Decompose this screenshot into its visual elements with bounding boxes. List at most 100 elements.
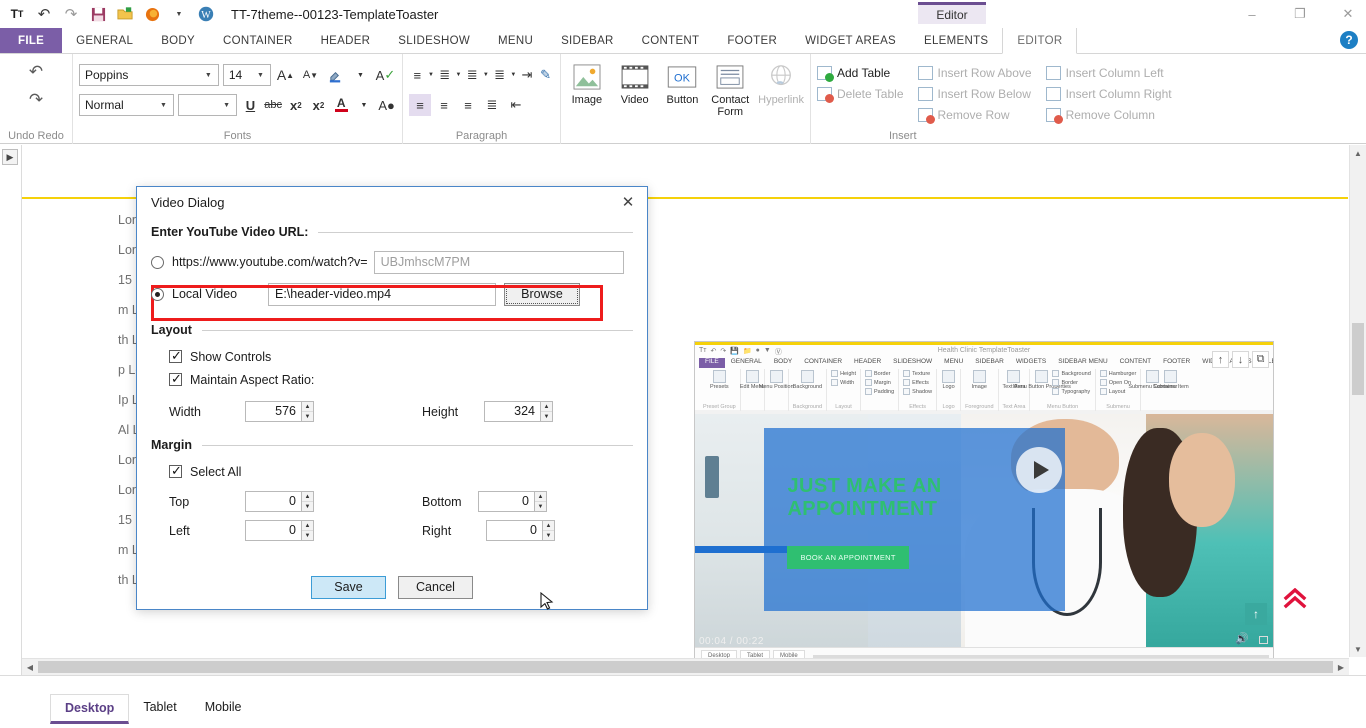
cancel-button[interactable]: Cancel (398, 575, 473, 599)
scroll-down-icon[interactable]: ▼ (1350, 641, 1366, 657)
maintain-aspect-checkbox[interactable] (169, 371, 182, 387)
clear-formatting-button[interactable]: A ✓ (375, 64, 396, 86)
margin-bottom-stepper[interactable]: 0 ▲ ▼ (478, 491, 547, 512)
horizontal-scroll-thumb[interactable] (38, 661, 1333, 673)
vertical-scroll-thumb[interactable] (1352, 323, 1364, 395)
font-family-combo[interactable]: Poppins ▼ (79, 64, 219, 86)
ribbon-tab-editor[interactable]: EDITOR (1002, 28, 1078, 54)
close-icon[interactable]: ✕ (615, 190, 641, 214)
increase-indent-button[interactable]: ⇥ (519, 64, 536, 86)
margin-top-increment-icon[interactable]: ▲ (302, 492, 313, 501)
margin-top-value[interactable]: 0 (245, 491, 301, 512)
line-spacing-button[interactable]: ≣ (491, 64, 508, 86)
margin-left-value[interactable]: 0 (245, 520, 301, 541)
scroll-top-arrow-icon[interactable]: ↑ (1245, 603, 1267, 625)
scroll-left-icon[interactable]: ◀ (22, 659, 38, 676)
book-appointment-button[interactable]: BOOK AN APPOINTMENT (787, 545, 909, 569)
format-painter-button[interactable]: ✎ (537, 64, 554, 86)
ribbon-tab-footer[interactable]: FOOTER (713, 28, 791, 53)
save-button[interactable]: Save (311, 575, 386, 599)
volume-icon[interactable]: 🔊 (1235, 632, 1249, 645)
ribbon-tab-elements[interactable]: ELEMENTS (910, 28, 1002, 53)
ribbon-tab-content[interactable]: CONTENT (628, 28, 714, 53)
subscript-button[interactable]: x2 (286, 94, 305, 116)
chevron-down-icon[interactable]: ▼ (355, 94, 374, 116)
margin-bottom-value[interactable]: 0 (478, 491, 534, 512)
margin-top-decrement-icon[interactable]: ▼ (302, 501, 313, 511)
undo-icon[interactable]: ↶ (35, 5, 53, 23)
ribbon-tab-slideshow[interactable]: SLIDESHOW (384, 28, 484, 53)
margin-left-stepper[interactable]: 0 ▲ ▼ (245, 520, 314, 541)
height-increment-icon[interactable]: ▲ (541, 402, 552, 411)
redo-button[interactable]: ↷ (15, 86, 57, 114)
highlight-color-button[interactable] (325, 64, 346, 86)
move-down-icon[interactable]: ↓ (1232, 351, 1249, 368)
ribbon-tab-menu[interactable]: MENU (484, 28, 547, 53)
minimize-button[interactable]: – (1240, 7, 1264, 22)
help-icon[interactable]: ? (1340, 31, 1358, 49)
insert-button-button[interactable]: OK Button (663, 62, 703, 106)
margin-right-decrement-icon[interactable]: ▼ (543, 530, 554, 540)
insert-video-button[interactable]: Video (615, 62, 655, 106)
canvas-vertical-scrollbar[interactable]: ▲ ▼ (1349, 145, 1366, 657)
align-left-button[interactable]: ≡ (409, 94, 431, 116)
youtube-id-input[interactable]: UBJmhscM7PM (373, 250, 624, 274)
ribbon-tab-file[interactable]: FILE (0, 28, 63, 53)
ribbon-tab-header[interactable]: HEADER (307, 28, 385, 53)
video-preview[interactable]: JUST MAKE AN APPOINTMENT BOOK AN APPOINT… (695, 414, 1273, 649)
redo-icon[interactable]: ↷ (62, 5, 80, 23)
wordpress-icon[interactable]: W (197, 5, 215, 23)
ribbon-tab-body[interactable]: BODY (147, 28, 209, 53)
contextual-tab-editor[interactable]: Editor (918, 2, 986, 24)
chevron-down-icon[interactable]: ▼ (428, 64, 435, 86)
ribbon-tab-general[interactable]: GENERAL (62, 28, 147, 53)
multilevel-list-button[interactable]: ≣ (464, 64, 481, 86)
margin-left-increment-icon[interactable]: ▲ (302, 521, 313, 530)
margin-bottom-decrement-icon[interactable]: ▼ (535, 501, 546, 511)
shrink-font-button[interactable]: A ▼ (300, 64, 321, 86)
video-dialog[interactable]: Video Dialog ✕ Enter YouTube Video URL: … (136, 186, 648, 610)
ribbon-tab-widget-areas[interactable]: WIDGET AREAS (791, 28, 910, 53)
strikethrough-button[interactable]: abc (264, 94, 283, 116)
margin-right-value[interactable]: 0 (486, 520, 542, 541)
local-video-radio[interactable] (151, 287, 164, 301)
ribbon-tab-sidebar[interactable]: SIDEBAR (547, 28, 628, 53)
width-increment-icon[interactable]: ▲ (302, 402, 313, 411)
insert-image-button[interactable]: Image (567, 62, 607, 106)
restore-button[interactable]: ❐ (1288, 6, 1312, 22)
undo-button[interactable]: ↶ (15, 58, 57, 86)
chevron-down-icon[interactable]: ▼ (170, 5, 188, 23)
add-table-command[interactable]: Add Table (817, 64, 904, 82)
align-center-button[interactable]: ≡ (433, 94, 455, 116)
decrease-indent-button[interactable]: ⇤ (505, 94, 527, 116)
move-up-icon[interactable]: ↑ (1212, 351, 1229, 368)
header-preview-panel[interactable]: Tᴛ ↶ ↷ 💾 📁 ● ▼ Ⓥ Health Clinic TemplateT… (694, 341, 1274, 671)
height-decrement-icon[interactable]: ▼ (541, 411, 552, 421)
ribbon-tab-container[interactable]: CONTAINER (209, 28, 307, 53)
scroll-right-icon[interactable]: ▶ (1333, 659, 1349, 676)
expand-panel-button[interactable]: ▶ (2, 149, 18, 165)
scroll-up-icon[interactable]: ▲ (1350, 145, 1366, 161)
width-value[interactable]: 576 (245, 401, 301, 422)
bullet-list-button[interactable]: ≡ (409, 64, 426, 86)
height-stepper[interactable]: 324 ▲ ▼ (484, 401, 553, 422)
text-effects-button[interactable]: A● (377, 94, 396, 116)
close-button[interactable]: ✕ (1336, 6, 1360, 22)
maintain-aspect-row[interactable]: Maintain Aspect Ratio: (169, 368, 633, 391)
show-controls-checkbox[interactable] (169, 348, 182, 364)
duplicate-icon[interactable]: ⧉ (1252, 351, 1269, 368)
margin-top-stepper[interactable]: 0 ▲ ▼ (245, 491, 314, 512)
justify-button[interactable]: ≣ (481, 94, 503, 116)
secondary-style-combo[interactable]: ▼ (177, 94, 238, 116)
play-icon[interactable] (1015, 446, 1062, 493)
device-tab-mobile[interactable]: Mobile (190, 694, 256, 724)
select-all-checkbox[interactable] (169, 463, 182, 479)
margin-right-stepper[interactable]: 0 ▲ ▼ (486, 520, 555, 541)
height-value[interactable]: 324 (484, 401, 540, 422)
align-right-button[interactable]: ≡ (457, 94, 479, 116)
firefox-preview-icon[interactable] (143, 5, 161, 23)
scroll-to-top-button[interactable] (1282, 587, 1308, 614)
select-all-row[interactable]: Select All (169, 460, 633, 483)
show-controls-row[interactable]: Show Controls (169, 345, 633, 368)
superscript-button[interactable]: x2 (309, 94, 328, 116)
